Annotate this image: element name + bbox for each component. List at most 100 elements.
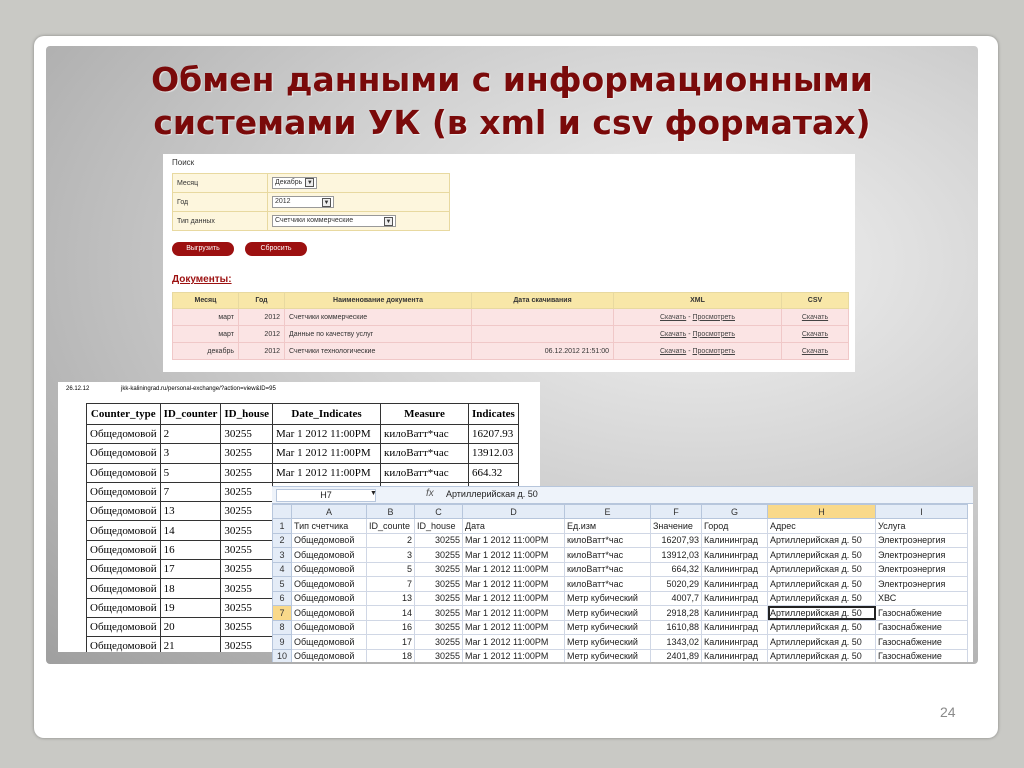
- dropdown-arrow-icon[interactable]: ▼: [384, 217, 393, 226]
- spreadsheet-cell[interactable]: Калининград: [701, 619, 768, 635]
- spreadsheet-cell[interactable]: Калининград: [701, 605, 768, 621]
- spreadsheet-cell[interactable]: Дата: [462, 518, 565, 534]
- spreadsheet-cell[interactable]: килоВатт*час: [564, 532, 651, 548]
- export-button[interactable]: Выгрузить: [172, 242, 234, 256]
- spreadsheet-cell[interactable]: Тип счетчика: [291, 518, 367, 534]
- spreadsheet-cell[interactable]: ID_house: [414, 518, 463, 534]
- spreadsheet-cell[interactable]: 16: [366, 619, 415, 635]
- month-select[interactable]: Декабрь ▼: [272, 177, 318, 189]
- spreadsheet-cell[interactable]: Общедомовой: [291, 547, 367, 563]
- row-header[interactable]: 4: [272, 561, 292, 577]
- spreadsheet-cell[interactable]: 13912,03: [650, 547, 702, 563]
- spreadsheet-cell[interactable]: Общедомовой: [291, 619, 367, 635]
- spreadsheet-cell[interactable]: Общедомовой: [291, 561, 367, 577]
- fx-icon[interactable]: fx: [426, 488, 434, 499]
- spreadsheet-cell[interactable]: Mar 1 2012 11:00PM: [462, 619, 565, 635]
- reset-button[interactable]: Сбросить: [245, 242, 307, 256]
- spreadsheet-cell[interactable]: Метр кубический: [564, 619, 651, 635]
- spreadsheet-cell[interactable]: Калининград: [701, 547, 768, 563]
- spreadsheet-cell[interactable]: Город: [701, 518, 768, 534]
- spreadsheet-cell[interactable]: Калининград: [701, 648, 768, 662]
- spreadsheet-cell[interactable]: ID_counte: [366, 518, 415, 534]
- spreadsheet-cell[interactable]: Электроэнергия: [875, 547, 968, 563]
- spreadsheet-cell[interactable]: Mar 1 2012 11:00PM: [462, 576, 565, 592]
- row-header[interactable]: 5: [272, 576, 292, 592]
- spreadsheet-cell[interactable]: Mar 1 2012 11:00PM: [462, 634, 565, 650]
- spreadsheet-cell[interactable]: 30255: [414, 547, 463, 563]
- row-header[interactable]: 10: [272, 648, 292, 662]
- spreadsheet-cell[interactable]: Артиллерийская д. 50: [767, 634, 876, 650]
- spreadsheet-cell[interactable]: Ед.изм: [564, 518, 651, 534]
- spreadsheet-cell[interactable]: Электроэнергия: [875, 561, 968, 577]
- spreadsheet-cell[interactable]: 30255: [414, 561, 463, 577]
- year-select[interactable]: 2012 ▼: [272, 196, 334, 208]
- spreadsheet-cell[interactable]: Газоснабжение: [875, 648, 968, 662]
- spreadsheet-cell[interactable]: Калининград: [701, 634, 768, 650]
- spreadsheet-cell[interactable]: Артиллерийская д. 50: [767, 561, 876, 577]
- spreadsheet-cell[interactable]: Общедомовой: [291, 605, 367, 621]
- spreadsheet-cell[interactable]: Калининград: [701, 590, 768, 606]
- chevron-down-icon[interactable]: ▼: [370, 490, 377, 497]
- spreadsheet-cell[interactable]: Общедомовой: [291, 590, 367, 606]
- row-header[interactable]: 8: [272, 619, 292, 635]
- csv-download-link[interactable]: Скачать: [802, 348, 828, 355]
- dropdown-arrow-icon[interactable]: ▼: [305, 178, 315, 187]
- spreadsheet-cell[interactable]: Газоснабжение: [875, 619, 968, 635]
- spreadsheet-cell[interactable]: Метр кубический: [564, 648, 651, 662]
- row-header[interactable]: 9: [272, 634, 292, 650]
- data-type-select[interactable]: Счетчики коммерческие ▼: [272, 215, 396, 227]
- spreadsheet-cell[interactable]: Артиллерийская д. 50: [767, 576, 876, 592]
- spreadsheet-cell[interactable]: Артиллерийская д. 50: [767, 590, 876, 606]
- name-box[interactable]: H7: [276, 489, 376, 502]
- spreadsheet-cell[interactable]: 7: [366, 576, 415, 592]
- spreadsheet-cell[interactable]: Адрес: [767, 518, 876, 534]
- spreadsheet-cell[interactable]: Mar 1 2012 11:00PM: [462, 561, 565, 577]
- column-header[interactable]: F: [650, 504, 702, 519]
- spreadsheet-cell[interactable]: Артиллерийская д. 50: [767, 547, 876, 563]
- spreadsheet-cell[interactable]: Артиллерийская д. 50: [767, 648, 876, 662]
- spreadsheet-cell[interactable]: 30255: [414, 590, 463, 606]
- row-header[interactable]: 3: [272, 547, 292, 563]
- formula-input[interactable]: Артиллерийская д. 50: [446, 489, 538, 499]
- column-header[interactable]: D: [462, 504, 565, 519]
- spreadsheet-cell[interactable]: Артиллерийская д. 50: [767, 605, 876, 621]
- spreadsheet-cell[interactable]: Газоснабжение: [875, 605, 968, 621]
- spreadsheet-cell[interactable]: килоВатт*час: [564, 547, 651, 563]
- spreadsheet-cell[interactable]: 2401,89: [650, 648, 702, 662]
- xml-download-link[interactable]: Скачать: [660, 331, 686, 338]
- spreadsheet-cell[interactable]: 14: [366, 605, 415, 621]
- spreadsheet-cell[interactable]: 5020,29: [650, 576, 702, 592]
- csv-download-link[interactable]: Скачать: [802, 331, 828, 338]
- spreadsheet-cell[interactable]: 18: [366, 648, 415, 662]
- spreadsheet-cell[interactable]: Mar 1 2012 11:00PM: [462, 547, 565, 563]
- spreadsheet-cell[interactable]: 13: [366, 590, 415, 606]
- spreadsheet-cell[interactable]: Mar 1 2012 11:00PM: [462, 590, 565, 606]
- row-header[interactable]: 1: [272, 518, 292, 534]
- spreadsheet-cell[interactable]: Артиллерийская д. 50: [767, 532, 876, 548]
- spreadsheet-cell[interactable]: килоВатт*час: [564, 561, 651, 577]
- row-header[interactable]: 6: [272, 590, 292, 606]
- spreadsheet-cell[interactable]: ХВС: [875, 590, 968, 606]
- xml-view-link[interactable]: Просмотреть: [693, 314, 735, 321]
- spreadsheet-cell[interactable]: Mar 1 2012 11:00PM: [462, 648, 565, 662]
- spreadsheet-cell[interactable]: 4007,7: [650, 590, 702, 606]
- spreadsheet-cell[interactable]: Метр кубический: [564, 634, 651, 650]
- spreadsheet-cell[interactable]: Артиллерийская д. 50: [767, 619, 876, 635]
- spreadsheet-cell[interactable]: 2918,28: [650, 605, 702, 621]
- spreadsheet-cell[interactable]: 30255: [414, 648, 463, 662]
- column-header[interactable]: H: [767, 504, 876, 519]
- xml-view-link[interactable]: Просмотреть: [693, 348, 735, 355]
- row-header[interactable]: 2: [272, 532, 292, 548]
- column-header[interactable]: B: [366, 504, 415, 519]
- spreadsheet-cell[interactable]: 664,32: [650, 561, 702, 577]
- spreadsheet-cell[interactable]: Общедомовой: [291, 634, 367, 650]
- spreadsheet-cell[interactable]: 30255: [414, 576, 463, 592]
- spreadsheet-cell[interactable]: 30255: [414, 619, 463, 635]
- spreadsheet-cell[interactable]: 1343,02: [650, 634, 702, 650]
- select-all-corner[interactable]: [272, 504, 292, 519]
- spreadsheet-cell[interactable]: 2: [366, 532, 415, 548]
- spreadsheet-cell[interactable]: Электроэнергия: [875, 532, 968, 548]
- spreadsheet-cell[interactable]: 16207,93: [650, 532, 702, 548]
- spreadsheet-cell[interactable]: Mar 1 2012 11:00PM: [462, 532, 565, 548]
- column-header[interactable]: A: [291, 504, 367, 519]
